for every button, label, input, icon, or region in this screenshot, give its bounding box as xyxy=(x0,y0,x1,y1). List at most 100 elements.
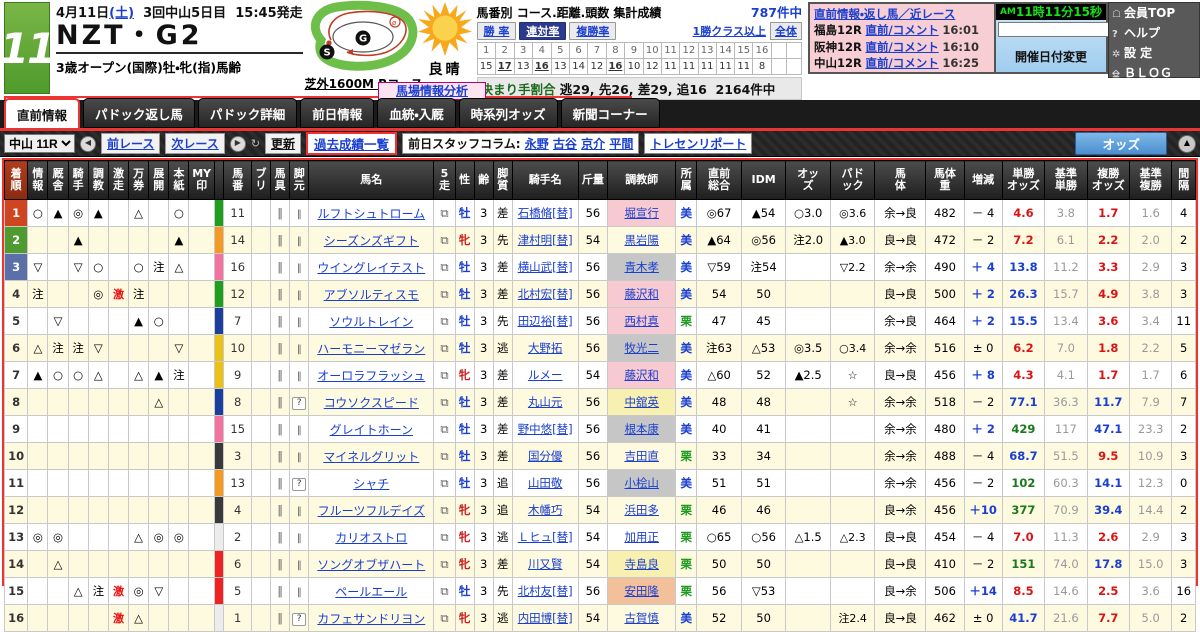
mark-training[interactable]: △ xyxy=(87,361,109,389)
last5-icon[interactable]: ⧉ xyxy=(433,550,456,578)
jockey-name[interactable]: 木幡巧 xyxy=(511,496,579,524)
mark-my[interactable] xyxy=(188,577,215,605)
mark-stable[interactable] xyxy=(47,226,69,254)
mark-my[interactable] xyxy=(188,361,215,389)
chevron-up-icon[interactable]: ▲ xyxy=(1178,134,1196,153)
legs-cell[interactable]: ? xyxy=(289,469,310,497)
jockey-name[interactable]: 北村宏[替] xyxy=(511,280,579,308)
mark-my[interactable] xyxy=(188,280,215,308)
trainer-name[interactable]: 中舘英 xyxy=(607,388,677,416)
table-row[interactable]: 3 ▽ ▽ ○ ○ 注 △ 16 ‖ ‖ ウイングレイテスト ⧉ 牡 3 差横山武[替] 56 青木孝美 ▽59 注… xyxy=(3,253,1196,281)
equipment-cell[interactable]: ‖ xyxy=(270,415,291,443)
tab-shinbun-corner[interactable]: 新聞コーナー xyxy=(560,98,660,128)
mark-sharp[interactable] xyxy=(107,469,130,497)
equipment-cell[interactable]: ‖ xyxy=(270,388,291,416)
horse-name[interactable]: シーズンズギフト xyxy=(308,226,435,254)
mark-training[interactable] xyxy=(87,415,109,443)
mark-paper[interactable] xyxy=(168,415,190,443)
mark-info[interactable]: △ xyxy=(27,334,49,362)
horse-name[interactable]: ペールエール xyxy=(308,577,435,605)
next-race-button[interactable]: 次レース xyxy=(165,133,225,154)
trainer-name[interactable]: 吉田直 xyxy=(607,442,677,470)
table-row[interactable]: 1 ○ ▲ ◎ ▲ △ ○ 11 ‖ ‖ ルフトシュトローム ⧉ 牡 3 差石橋脩[替] 56 堀宣行美 ◎67 ▲… xyxy=(3,199,1196,227)
horse-name[interactable]: ソウルトレイン xyxy=(308,307,435,335)
mark-pace[interactable] xyxy=(148,226,170,254)
equipment-cell[interactable]: ‖ xyxy=(270,442,291,470)
mark-my[interactable] xyxy=(188,469,215,497)
mark-sharp[interactable] xyxy=(107,550,130,578)
mark-jockey[interactable]: 注 xyxy=(67,334,89,362)
mark-paper[interactable]: △ xyxy=(168,253,190,281)
mark-training[interactable] xyxy=(87,523,109,551)
horse-name[interactable]: オーロラフラッシュ xyxy=(308,361,435,389)
equipment-cell[interactable]: ‖ xyxy=(270,199,291,227)
jockey-name[interactable]: 山田敬 xyxy=(511,469,579,497)
jockey-name[interactable]: 内田博[替] xyxy=(511,604,579,632)
mark-bigodds[interactable] xyxy=(128,334,150,362)
legs-cell[interactable]: ‖ xyxy=(289,199,310,227)
legs-cell[interactable]: ‖ xyxy=(289,442,310,470)
mark-bigodds[interactable]: △ xyxy=(128,604,150,632)
mark-sharp[interactable] xyxy=(107,334,130,362)
jockey-name[interactable]: ルメー xyxy=(511,361,579,389)
mark-info[interactable] xyxy=(27,550,49,578)
mark-training[interactable] xyxy=(87,307,109,335)
mark-bigodds[interactable]: 注 xyxy=(128,280,150,308)
legs-cell[interactable]: ‖ xyxy=(289,550,310,578)
mark-stable[interactable]: △ xyxy=(47,550,69,578)
mark-info[interactable]: ▽ xyxy=(27,253,49,281)
trainer-name[interactable]: 牧光二 xyxy=(607,334,677,362)
recent-info-heading[interactable]: 直前情報・返し馬／近レース xyxy=(814,6,990,22)
mark-jockey[interactable] xyxy=(67,307,89,335)
legs-cell[interactable]: ‖ xyxy=(289,415,310,443)
mark-info[interactable] xyxy=(27,604,49,632)
mark-sharp[interactable] xyxy=(107,226,130,254)
table-row[interactable]: 10 3 ‖ ‖ マイネルグリット ⧉ 牡 3 差国分優 56 吉田直栗 33 34 余→余 488 － 46… xyxy=(3,442,1196,470)
equipment-cell[interactable]: ‖ xyxy=(270,604,291,632)
mark-sharp[interactable]: 激 xyxy=(107,577,130,605)
mark-training[interactable] xyxy=(87,442,109,470)
stat-tab-place[interactable]: 複勝率 xyxy=(569,22,617,40)
horse-name[interactable]: シャチ xyxy=(308,469,435,497)
mark-my[interactable] xyxy=(188,199,215,227)
mark-my[interactable] xyxy=(188,550,215,578)
mark-stable[interactable] xyxy=(47,280,69,308)
mark-jockey[interactable] xyxy=(67,415,89,443)
race-select[interactable]: 中山 11R xyxy=(4,134,75,153)
horse-name[interactable]: カフェサンドリヨン xyxy=(308,604,435,632)
mark-stable[interactable] xyxy=(47,577,69,605)
mark-info[interactable] xyxy=(27,577,49,605)
jockey-name[interactable]: 大野拓 xyxy=(511,334,579,362)
mark-pace[interactable]: ○ xyxy=(148,307,170,335)
mark-paper[interactable] xyxy=(168,496,190,524)
mark-paper[interactable] xyxy=(168,280,190,308)
horse-name[interactable]: カリオストロ xyxy=(308,523,435,551)
mark-sharp[interactable] xyxy=(107,253,130,281)
mark-info[interactable] xyxy=(27,469,49,497)
mark-jockey[interactable]: ▽ xyxy=(67,253,89,281)
mark-my[interactable] xyxy=(188,523,215,551)
equipment-cell[interactable]: ‖ xyxy=(270,361,291,389)
mark-pace[interactable] xyxy=(148,496,170,524)
equipment-cell[interactable]: ‖ xyxy=(270,253,291,281)
mark-pace[interactable] xyxy=(148,550,170,578)
jockey-name[interactable]: 国分優 xyxy=(511,442,579,470)
horse-name[interactable]: アブソルティスモ xyxy=(308,280,435,308)
trainer-name[interactable]: 小桧山 xyxy=(607,469,677,497)
mark-bigodds[interactable] xyxy=(128,496,150,524)
mark-sharp[interactable] xyxy=(107,199,130,227)
equipment-cell[interactable]: ‖ xyxy=(270,496,291,524)
mark-pace[interactable] xyxy=(148,604,170,632)
next-arrow-icon[interactable]: ▶ xyxy=(229,135,246,152)
trainer-name[interactable]: 藤沢和 xyxy=(607,280,677,308)
mark-bigodds[interactable]: △ xyxy=(128,523,150,551)
legs-cell[interactable]: ‖ xyxy=(289,361,310,389)
equipment-cell[interactable]: ‖ xyxy=(270,523,291,551)
mark-paper[interactable] xyxy=(168,469,190,497)
mark-bigodds[interactable]: ○ xyxy=(128,253,150,281)
last5-icon[interactable]: ⧉ xyxy=(433,199,456,227)
mark-bigodds[interactable] xyxy=(128,226,150,254)
table-row[interactable]: 9 15 ‖ ‖ グレイトホーン ⧉ 牡 3 差野中悠[替] 56 根本康美 40 41 余→余 480 ＋ … xyxy=(3,415,1196,443)
mark-jockey[interactable] xyxy=(67,388,89,416)
equipment-cell[interactable]: ‖ xyxy=(270,577,291,605)
